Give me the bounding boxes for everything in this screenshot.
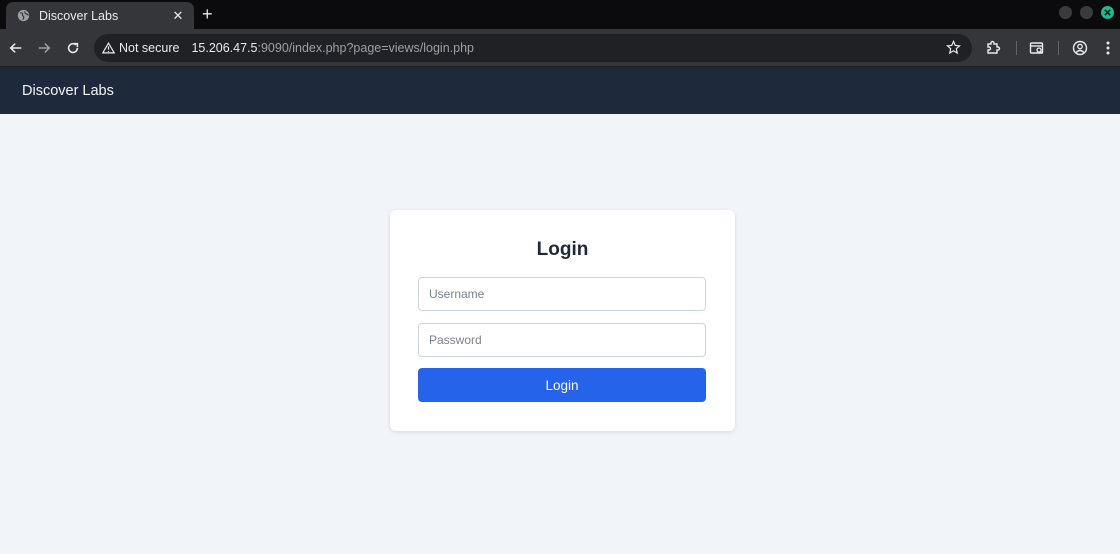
reload-icon[interactable] — [63, 38, 83, 58]
close-icon — [1104, 9, 1111, 16]
browser-toolbar: Not secure 15.206.47.5:9090/index.php?pa… — [0, 29, 1120, 67]
site-brand[interactable]: Discover Labs — [22, 83, 114, 99]
extensions-icon[interactable] — [984, 39, 1002, 57]
window-close-button[interactable] — [1101, 6, 1114, 19]
menu-icon[interactable] — [1099, 39, 1117, 57]
minimize-button[interactable] — [1059, 6, 1072, 19]
main-content: Login Login — [0, 114, 1120, 554]
login-card: Login Login — [390, 210, 735, 431]
new-tab-button[interactable]: + — [202, 4, 213, 24]
globe-icon — [16, 9, 30, 23]
back-icon[interactable] — [6, 38, 26, 58]
url-text[interactable]: 15.206.47.5:9090/index.php?page=views/lo… — [191, 41, 474, 55]
login-button[interactable]: Login — [418, 368, 706, 402]
forward-icon[interactable] — [34, 38, 54, 58]
url-path: :9090/index.php?page=views/login.php — [257, 41, 475, 55]
tab-search-icon[interactable] — [1028, 39, 1046, 57]
warning-triangle-icon — [102, 42, 115, 54]
tab-close-icon[interactable]: ✕ — [170, 8, 186, 24]
window-controls — [1059, 6, 1114, 19]
security-label: Not secure — [119, 41, 180, 55]
toolbar-separator — [1016, 41, 1017, 55]
maximize-button[interactable] — [1080, 6, 1093, 19]
browser-tab-strip: Discover Labs ✕ + — [0, 0, 1120, 29]
toolbar-separator — [1058, 41, 1059, 55]
site-header: Discover Labs — [0, 67, 1120, 114]
browser-tab[interactable]: Discover Labs ✕ — [6, 2, 194, 29]
bookmark-star-icon[interactable] — [945, 39, 962, 56]
url-host: 15.206.47.5 — [191, 41, 258, 55]
password-input[interactable] — [418, 323, 706, 357]
tab-title: Discover Labs — [39, 8, 119, 23]
login-title: Login — [536, 239, 589, 260]
security-chip[interactable]: Not secure — [102, 41, 179, 55]
address-bar[interactable]: Not secure 15.206.47.5:9090/index.php?pa… — [94, 34, 972, 62]
username-input[interactable] — [418, 277, 706, 311]
profile-icon[interactable] — [1071, 39, 1089, 57]
